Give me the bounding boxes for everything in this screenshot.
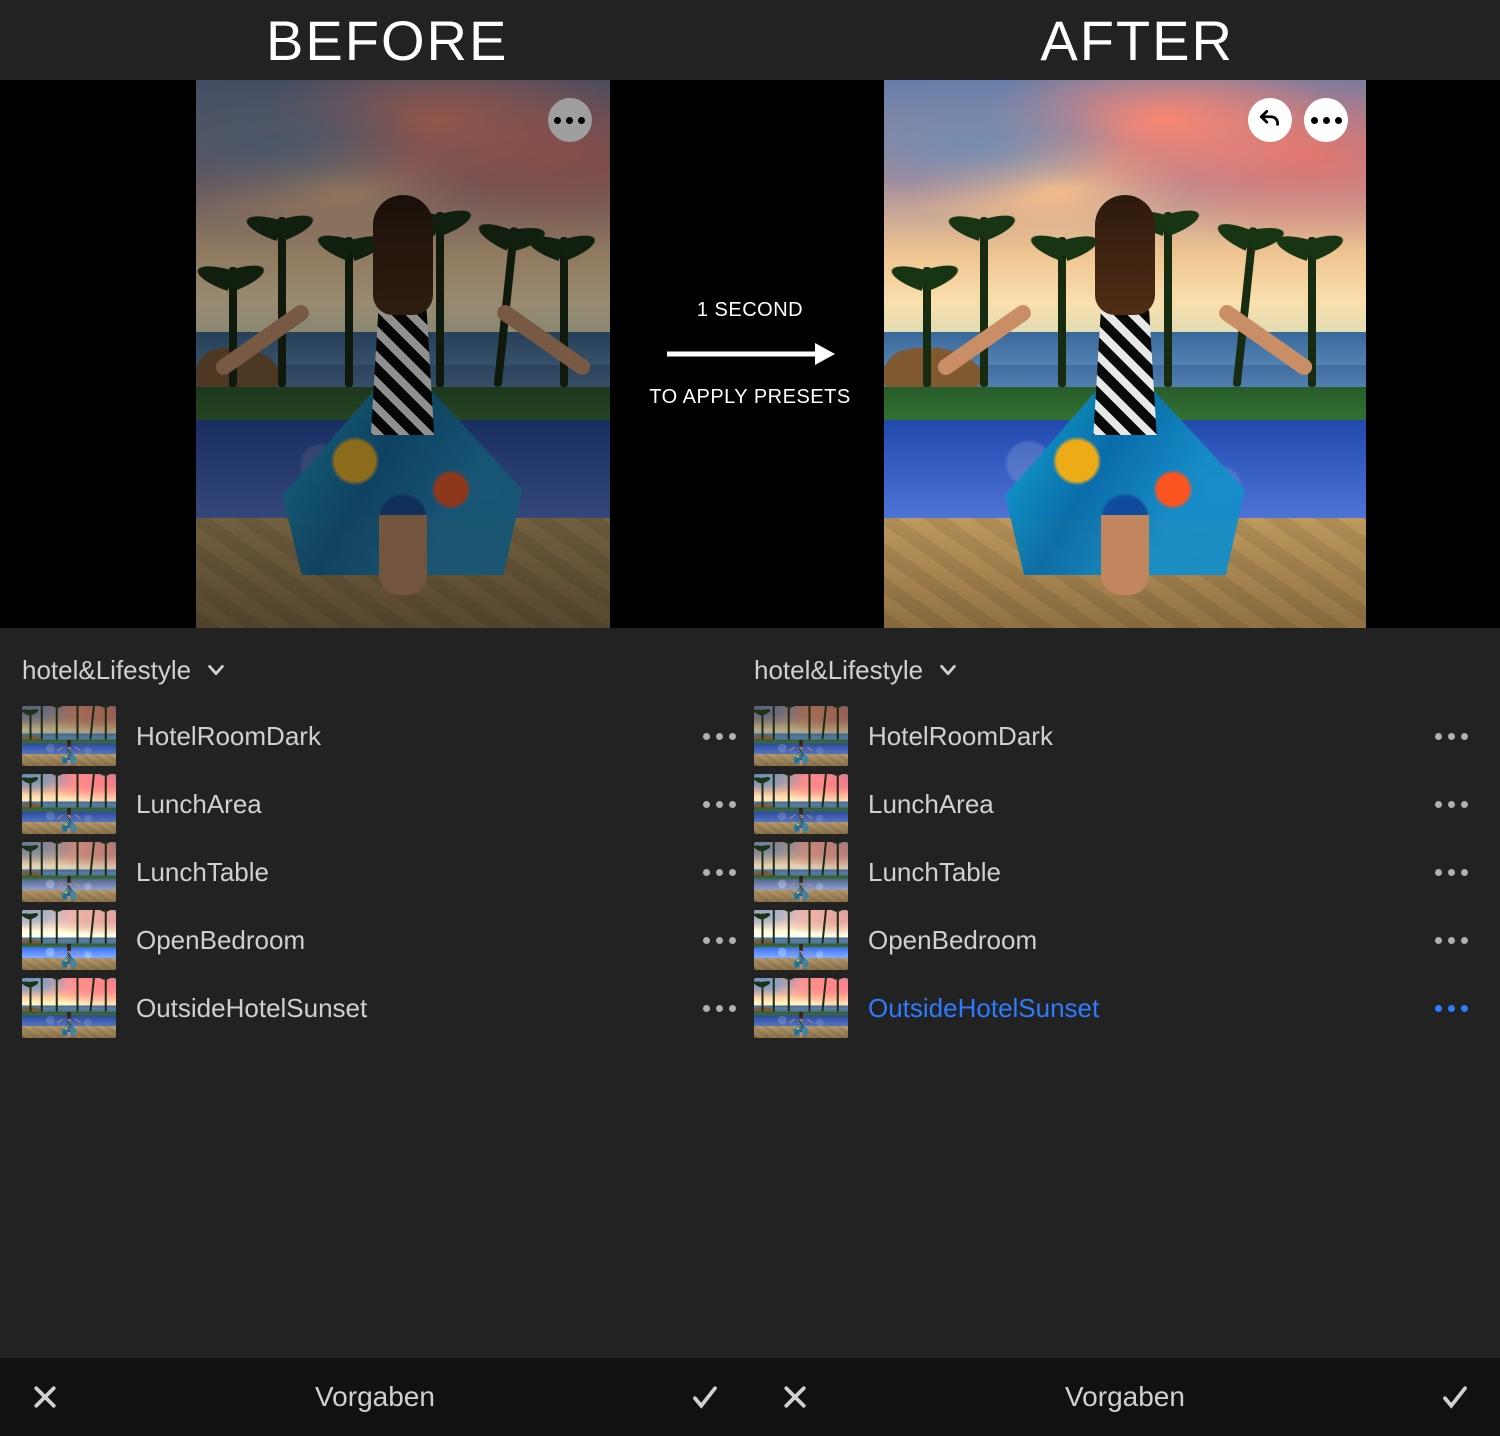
preset-name: OutsideHotelSunset [868, 993, 1415, 1024]
before-pane [0, 80, 750, 628]
preset-more-button[interactable] [1435, 801, 1478, 808]
preset-name: OpenBedroom [136, 925, 683, 956]
photo-row: 1 SECOND TO APPLY PRESETS [0, 80, 1500, 628]
preset-group-name: hotel&Lifestyle [22, 655, 191, 686]
panel-row: hotel&Lifestyle HotelRoomDark LunchArea Lu… [0, 628, 1500, 1436]
preset-more-button[interactable] [1435, 1005, 1478, 1012]
before-presets-panel: hotel&Lifestyle HotelRoomDark LunchArea Lu… [0, 628, 750, 1436]
preset-thumb [22, 842, 116, 902]
preset-item[interactable]: HotelRoomDark [754, 704, 1478, 768]
preset-name: OutsideHotelSunset [136, 993, 683, 1024]
scene-before [196, 80, 610, 628]
close-icon [780, 1382, 810, 1412]
preset-item[interactable]: LunchArea [22, 772, 746, 836]
confirm-button[interactable] [1438, 1380, 1472, 1414]
preset-group-name: hotel&Lifestyle [754, 655, 923, 686]
preset-name: LunchTable [136, 857, 683, 888]
confirm-button[interactable] [688, 1380, 722, 1414]
before-title: BEFORE [266, 8, 508, 73]
panel-footer: Vorgaben [750, 1358, 1500, 1436]
preset-name: HotelRoomDark [868, 721, 1415, 752]
after-presets-panel: hotel&Lifestyle HotelRoomDark LunchArea Lu… [750, 628, 1500, 1436]
cancel-button[interactable] [28, 1380, 62, 1414]
preset-name: HotelRoomDark [136, 721, 683, 752]
panel-title: Vorgaben [1065, 1381, 1185, 1413]
preset-item[interactable]: OpenBedroom [754, 908, 1478, 972]
preset-thumb [754, 910, 848, 970]
cancel-button[interactable] [778, 1380, 812, 1414]
preset-more-button[interactable] [1435, 733, 1478, 740]
after-title: AFTER [1040, 8, 1234, 73]
preset-thumb [22, 910, 116, 970]
preset-thumb [22, 978, 116, 1038]
preset-more-button[interactable] [703, 801, 746, 808]
undo-icon [1257, 107, 1283, 133]
preset-item[interactable]: LunchArea [754, 772, 1478, 836]
chevron-down-icon [205, 659, 227, 681]
preset-more-button[interactable] [703, 869, 746, 876]
preset-group-picker[interactable]: hotel&Lifestyle [754, 646, 1478, 694]
more-icon [554, 117, 585, 124]
preset-list[interactable]: HotelRoomDark LunchArea LunchTable OpenBedr… [22, 704, 746, 1344]
preset-group-picker[interactable]: hotel&Lifestyle [22, 646, 746, 694]
after-photo[interactable] [884, 80, 1366, 628]
chevron-down-icon [937, 659, 959, 681]
preset-item[interactable]: LunchTable [22, 840, 746, 904]
close-icon [30, 1382, 60, 1412]
preset-more-button[interactable] [1435, 937, 1478, 944]
preset-item[interactable]: LunchTable [754, 840, 1478, 904]
preset-item[interactable]: OutsideHotelSunset [754, 976, 1478, 1040]
preset-more-button[interactable] [703, 937, 746, 944]
after-more-button[interactable] [1304, 98, 1348, 142]
panel-title: Vorgaben [315, 1381, 435, 1413]
after-undo-button[interactable] [1248, 98, 1292, 142]
before-photo[interactable] [196, 80, 610, 628]
more-icon [1311, 117, 1342, 124]
preset-more-button[interactable] [1435, 869, 1478, 876]
preset-name: OpenBedroom [868, 925, 1415, 956]
preset-list[interactable]: HotelRoomDark LunchArea LunchTable OpenBedr… [754, 704, 1478, 1344]
preset-thumb [22, 706, 116, 766]
before-more-button[interactable] [548, 98, 592, 142]
preset-thumb [754, 774, 848, 834]
panel-footer: Vorgaben [0, 1358, 750, 1436]
preset-more-button[interactable] [703, 1005, 746, 1012]
preset-item[interactable]: OpenBedroom [22, 908, 746, 972]
check-icon [1440, 1382, 1470, 1412]
preset-name: LunchArea [868, 789, 1415, 820]
preset-thumb [22, 774, 116, 834]
preset-thumb [754, 978, 848, 1038]
preset-thumb [754, 706, 848, 766]
preset-thumb [754, 842, 848, 902]
preset-more-button[interactable] [703, 733, 746, 740]
preset-item[interactable]: OutsideHotelSunset [22, 976, 746, 1040]
check-icon [690, 1382, 720, 1412]
after-pane [750, 80, 1500, 628]
scene-after [884, 80, 1366, 628]
preset-name: LunchArea [136, 789, 683, 820]
preset-name: LunchTable [868, 857, 1415, 888]
preset-item[interactable]: HotelRoomDark [22, 704, 746, 768]
title-band: BEFORE AFTER [0, 0, 1500, 80]
